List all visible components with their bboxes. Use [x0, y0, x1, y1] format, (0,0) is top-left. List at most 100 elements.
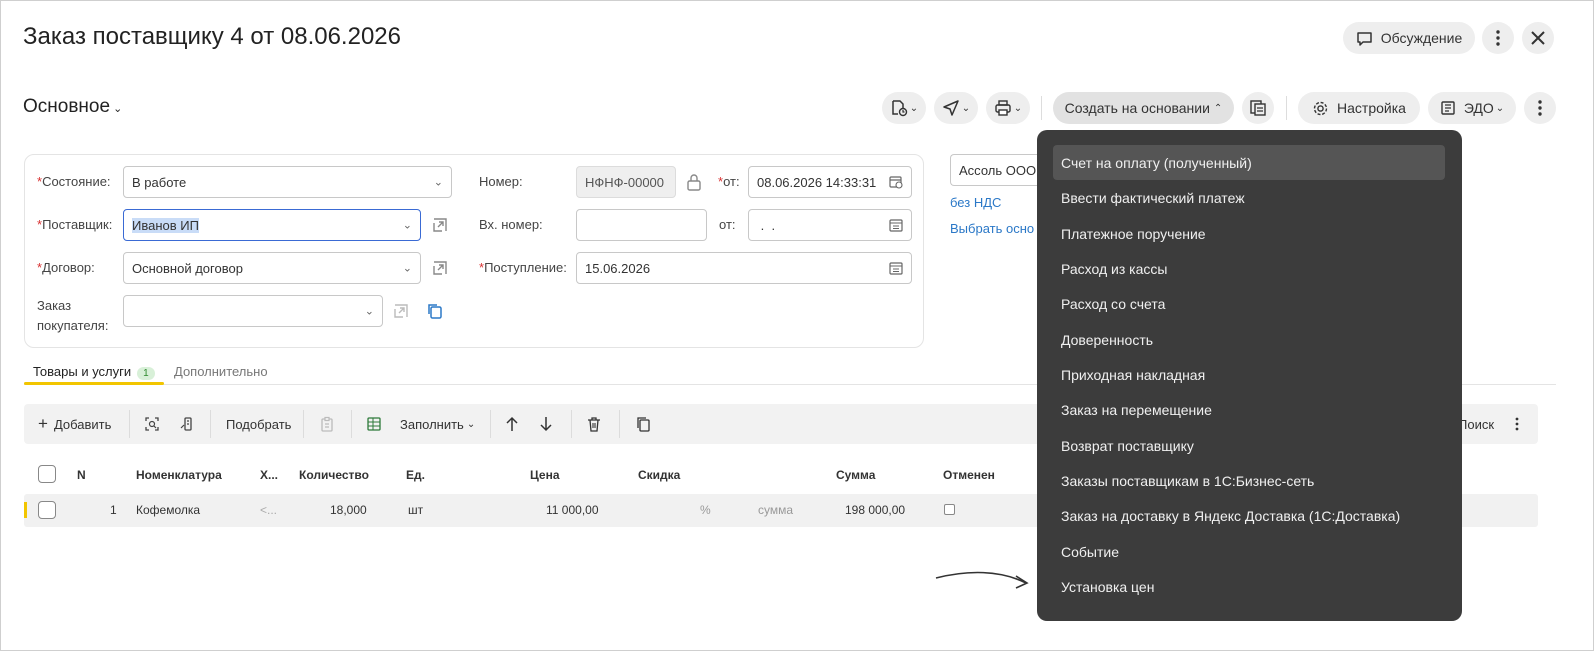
date-from-field[interactable]: 08.06.2026 14:33:31: [748, 166, 912, 198]
pick-button[interactable]: Подобрать: [226, 404, 291, 444]
toolbar-divider: [129, 410, 130, 438]
vat-link[interactable]: без НДС: [950, 195, 1001, 210]
open-supplier-icon[interactable]: [429, 214, 451, 236]
search-button[interactable]: Поиск: [1458, 404, 1494, 444]
column-header-price[interactable]: Цена: [530, 468, 560, 482]
select-all-checkbox[interactable]: [38, 465, 56, 483]
structure-icon[interactable]: [1242, 92, 1274, 124]
row-discount-percent[interactable]: %: [700, 503, 711, 517]
menu-item-transfer-order[interactable]: Заказ на перемещение: [1053, 392, 1445, 427]
from-label: *от:: [718, 174, 740, 189]
more-icon[interactable]: [1482, 22, 1514, 54]
toolbar-divider: [619, 410, 620, 438]
arrival-date-value: 15.06.2026: [585, 260, 651, 276]
toolbar-divider: [303, 410, 304, 438]
choose-basis-link[interactable]: Выбрать осно: [950, 221, 1034, 236]
menu-item-business-network-orders[interactable]: Заказы поставщикам в 1С:Бизнес-сеть: [1053, 463, 1445, 498]
calendar-icon[interactable]: [889, 261, 903, 275]
edo-icon: [1440, 100, 1456, 116]
discussion-button[interactable]: Обсуждение: [1343, 22, 1475, 54]
send-icon: [942, 99, 960, 117]
menu-item-yandex-delivery[interactable]: Заказ на доставку в Яндекс Доставка (1С:…: [1053, 498, 1445, 533]
create-based-on-label: Создать на основании: [1064, 100, 1210, 116]
barcode-search-icon[interactable]: [144, 404, 160, 444]
column-header-quantity[interactable]: Количество: [299, 468, 369, 482]
row-discount-sum[interactable]: сумма: [758, 503, 793, 517]
fill-button[interactable]: Заполнить ⌄: [400, 404, 475, 444]
arrow-down-icon[interactable]: [539, 404, 553, 444]
state-select[interactable]: В работе ⌄: [123, 166, 452, 198]
print-button[interactable]: ⌄: [986, 92, 1030, 124]
column-header-unit[interactable]: Ед.: [406, 468, 425, 482]
date-from-value: 08.06.2026 14:33:31: [757, 174, 877, 190]
in-date-field[interactable]: . .: [748, 209, 912, 241]
excel-icon[interactable]: [366, 404, 382, 444]
column-header-discount[interactable]: Скидка: [638, 468, 680, 482]
copy-rows-icon[interactable]: [635, 404, 651, 444]
contract-field[interactable]: Основной договор ⌄: [123, 252, 421, 284]
menu-item-return-to-supplier[interactable]: Возврат поставщику: [1053, 428, 1445, 463]
number-field[interactable]: НФНФ-00000: [576, 166, 676, 198]
menu-item-invoice-received[interactable]: Счет на оплату (полученный): [1053, 145, 1445, 180]
send-button[interactable]: ⌄: [934, 92, 978, 124]
menu-item-payment-order[interactable]: Платежное поручение: [1053, 216, 1445, 251]
row-quantity[interactable]: 18,000: [330, 503, 367, 517]
in-number-field[interactable]: [576, 209, 707, 241]
tab-label: Товары и услуги: [33, 364, 132, 379]
customer-order-field[interactable]: ⌄: [123, 295, 383, 327]
arrow-up-icon[interactable]: [505, 404, 519, 444]
lock-icon[interactable]: [683, 171, 705, 193]
supplier-field[interactable]: Иванов ИП ⌄: [123, 209, 421, 241]
menu-item-cash-expense[interactable]: Расход из кассы: [1053, 251, 1445, 286]
row-item[interactable]: Кофемолка: [136, 503, 200, 517]
tab-goods-services[interactable]: Товары и услуги 1: [33, 364, 155, 380]
row-price[interactable]: 11 000,00: [546, 503, 599, 517]
row-cancelled-checkbox[interactable]: [944, 504, 955, 515]
arrival-date-field[interactable]: 15.06.2026: [576, 252, 912, 284]
menu-item-power-of-attorney[interactable]: Доверенность: [1053, 322, 1445, 357]
menu-item-receipt-invoice[interactable]: Приходная накладная: [1053, 357, 1445, 392]
row-checkbox[interactable]: [38, 501, 56, 519]
close-icon[interactable]: [1522, 22, 1554, 54]
column-header-characteristic[interactable]: Х...: [260, 468, 278, 482]
chat-icon: [1356, 30, 1373, 47]
create-based-on-button[interactable]: Создать на основании ⌃: [1053, 92, 1234, 124]
scanner-icon[interactable]: [178, 404, 194, 444]
row-unit[interactable]: шт: [408, 503, 423, 517]
tab-additional[interactable]: Дополнительно: [174, 364, 268, 379]
organization-field[interactable]: Ассоль ООО: [950, 154, 1040, 186]
menu-item-price-setting[interactable]: Установка цен: [1053, 569, 1445, 604]
document-clock-icon: [890, 99, 908, 117]
more-icon[interactable]: [1515, 404, 1519, 444]
delete-icon[interactable]: [587, 404, 601, 444]
document-status-button[interactable]: ⌄: [882, 92, 926, 124]
column-header-n[interactable]: N: [77, 468, 86, 482]
menu-item-event[interactable]: Событие: [1053, 534, 1445, 569]
edo-button[interactable]: ЭДО ⌄: [1428, 92, 1516, 124]
menu-item-actual-payment[interactable]: Ввести фактический платеж: [1053, 180, 1445, 215]
copy-icon[interactable]: [424, 300, 446, 322]
column-header-cancelled[interactable]: Отменен: [943, 468, 995, 482]
section-label: Основное: [23, 96, 111, 117]
customer-order-label: Заказ: [37, 298, 72, 313]
calendar-icon[interactable]: [889, 218, 903, 232]
column-header-item[interactable]: Номенклатура: [136, 468, 222, 482]
fill-label: Заполнить: [400, 416, 464, 432]
row-sum[interactable]: 198 000,00: [845, 503, 905, 517]
settings-button[interactable]: Настройка: [1298, 92, 1420, 124]
count-badge: 1: [137, 367, 155, 380]
chevron-down-icon: ⌄: [113, 103, 123, 115]
paste-icon[interactable]: [319, 404, 335, 444]
customer-order-label-2: покупателя:: [37, 318, 109, 333]
number-value: НФНФ-00000: [585, 174, 665, 190]
open-customer-order-icon[interactable]: [390, 300, 412, 322]
add-button[interactable]: + Добавить: [38, 404, 111, 444]
open-contract-icon[interactable]: [429, 257, 451, 279]
section-selector[interactable]: Основное ⌄: [23, 96, 122, 118]
menu-item-account-expense[interactable]: Расход со счета: [1053, 286, 1445, 321]
more-icon[interactable]: [1524, 92, 1556, 124]
column-header-sum[interactable]: Сумма: [836, 468, 875, 482]
calendar-clock-icon[interactable]: [889, 175, 903, 189]
chevron-down-icon: ⌄: [909, 102, 919, 114]
row-characteristic[interactable]: <...: [260, 503, 277, 517]
